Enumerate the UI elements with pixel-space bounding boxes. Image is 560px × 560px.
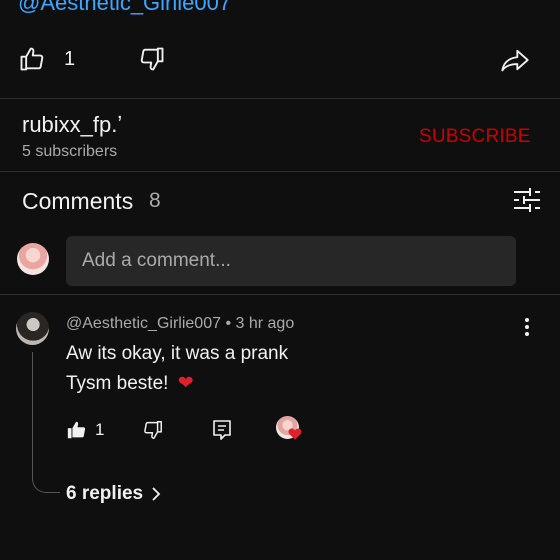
meta-separator: • [225, 315, 232, 332]
user-avatar [17, 243, 49, 275]
comments-title: Comments [22, 188, 134, 214]
replies-label: 6 replies [66, 483, 144, 504]
channel-name[interactable]: rubixx_fp.ʼ [22, 112, 122, 138]
comment-icon [212, 419, 232, 441]
heart-emoji: ❤ [177, 373, 194, 394]
creator-heart[interactable] [276, 416, 304, 444]
sliders-icon [513, 187, 541, 213]
add-comment-input[interactable]: Add a comment... [66, 236, 516, 286]
thumbs-up-icon [18, 45, 46, 73]
comment-like-button[interactable]: 1 [66, 419, 104, 441]
comment-text-line: Aw its okay, it was a prank [66, 343, 289, 364]
chevron-right-icon [151, 487, 161, 501]
comment-like-count: 1 [95, 420, 105, 439]
divider [0, 171, 560, 172]
thumbs-down-icon [138, 45, 166, 73]
thread-line [32, 352, 60, 493]
comment-time: 3 hr ago [235, 315, 295, 332]
comment-text-line: Tysm beste! ❤ [66, 372, 194, 395]
reply-button[interactable] [212, 419, 232, 441]
dislike-button[interactable] [138, 45, 166, 73]
vertical-dots-icon [517, 317, 537, 337]
view-replies-button[interactable]: 6 replies [66, 483, 161, 505]
subscribe-button[interactable]: SUBSCRIBE [419, 126, 531, 148]
add-comment-placeholder: Add a comment... [82, 250, 231, 271]
heart-icon [288, 427, 302, 440]
comment-more-button[interactable] [517, 317, 537, 337]
like-button[interactable]: 1 [18, 45, 75, 73]
share-button[interactable] [500, 46, 530, 74]
thumbs-up-icon [66, 419, 88, 441]
divider [0, 98, 560, 99]
thumbs-down-icon [142, 419, 164, 441]
sort-filter-button[interactable] [513, 187, 541, 213]
subscriber-count: 5 subscribers [22, 143, 118, 160]
comment-meta: @Aesthetic_Girlie007 • 3 hr ago [66, 315, 294, 333]
divider [0, 294, 560, 295]
comment-text: Tysm beste! [66, 373, 169, 394]
commenter-avatar[interactable] [16, 312, 49, 345]
comments-count: 8 [149, 189, 161, 212]
comment-dislike-button[interactable] [142, 419, 164, 441]
comment-author[interactable]: @Aesthetic_Girlie007 [66, 315, 221, 332]
share-icon [500, 46, 530, 74]
video-description-handle[interactable]: @Aesthetic_Girlie007 [18, 0, 231, 16]
like-count: 1 [64, 47, 76, 70]
